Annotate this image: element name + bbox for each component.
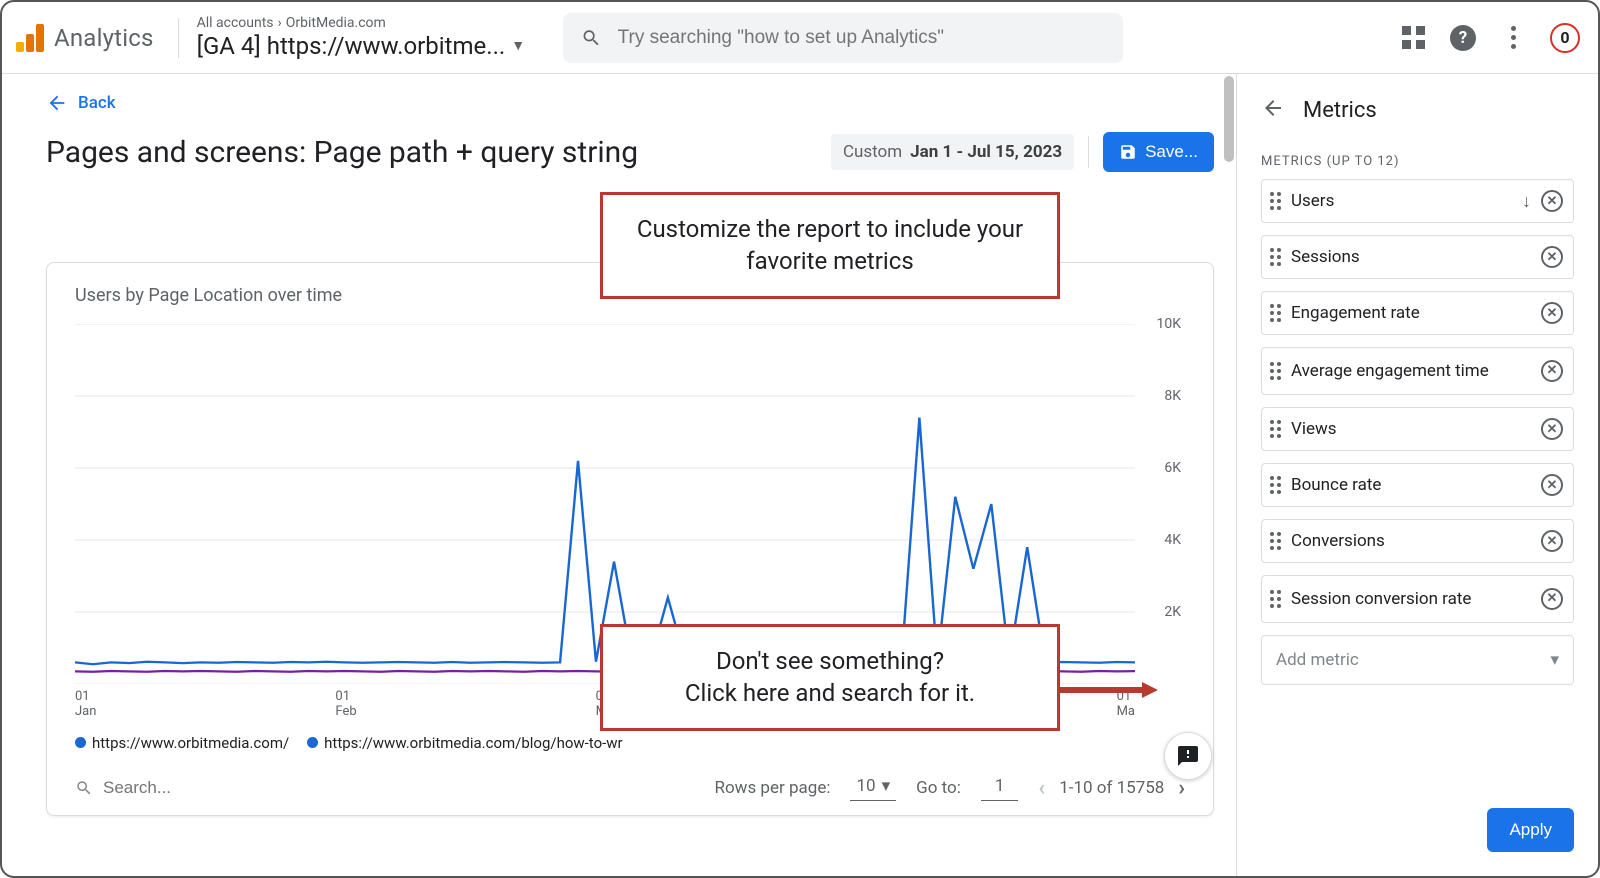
remove-metric-button[interactable]: ✕: [1541, 418, 1563, 440]
metric-list: Users↓✕Sessions✕Engagement rate✕Average …: [1237, 179, 1598, 623]
metric-label: Session conversion rate: [1291, 589, 1531, 609]
save-icon: [1119, 143, 1137, 161]
y-tick: 4K: [1164, 532, 1181, 548]
pagination-text: 1-10 of 15758: [1059, 778, 1164, 798]
chart-card: Users by Page Location over time 10K: [46, 262, 1214, 816]
page-title: Pages and screens: Page path + query str…: [46, 135, 638, 170]
table-search[interactable]: [75, 777, 261, 799]
arrow-left-icon: [1261, 96, 1285, 120]
feedback-icon: [1176, 744, 1200, 768]
metric-label: Engagement rate: [1291, 303, 1531, 323]
metric-item[interactable]: Sessions ✕: [1261, 235, 1574, 279]
goto-input[interactable]: 1: [981, 776, 1019, 801]
drag-handle-icon[interactable]: [1270, 476, 1281, 494]
close-panel-button[interactable]: [1261, 96, 1285, 124]
rows-per-page-select[interactable]: 10 ▾: [850, 776, 896, 801]
chevron-right-icon: ›: [278, 15, 282, 32]
annotation-arrow-icon: [1058, 682, 1158, 698]
date-range-picker[interactable]: Custom Jan 1 - Jul 15, 2023: [831, 134, 1074, 170]
search-icon: [581, 27, 602, 49]
remove-metric-button[interactable]: ✕: [1541, 360, 1563, 382]
drag-handle-icon[interactable]: [1270, 532, 1281, 550]
property-picker[interactable]: All accounts › OrbitMedia.com [GA 4] htt…: [197, 15, 525, 61]
metric-label: Average engagement time: [1291, 361, 1531, 381]
metric-label: Views: [1291, 419, 1531, 439]
table-search-input[interactable]: [101, 777, 261, 799]
remove-metric-button[interactable]: ✕: [1541, 530, 1563, 552]
metric-item[interactable]: Average engagement time ✕: [1261, 347, 1574, 395]
main-content: Back Pages and screens: Page path + quer…: [2, 74, 1236, 876]
metric-item[interactable]: Engagement rate ✕: [1261, 291, 1574, 335]
global-search[interactable]: [563, 13, 1123, 63]
product-logo[interactable]: Analytics: [16, 24, 154, 52]
caret-down-icon: ▾: [1550, 650, 1559, 670]
chart-legend: https://www.orbitmedia.com/ https://www.…: [75, 734, 1185, 752]
metric-item[interactable]: Bounce rate ✕: [1261, 463, 1574, 507]
property-name: [GA 4] https://www.orbitme...: [197, 32, 506, 61]
apply-button[interactable]: Apply: [1487, 808, 1574, 852]
notification-badge[interactable]: 0: [1550, 23, 1580, 53]
drag-handle-icon[interactable]: [1270, 590, 1281, 608]
drag-handle-icon[interactable]: [1270, 304, 1281, 322]
divider: [178, 18, 179, 58]
drag-handle-icon[interactable]: [1270, 192, 1281, 210]
table-toolbar: Rows per page: 10 ▾ Go to: 1 ‹ 1-10 of 1…: [75, 776, 1185, 801]
remove-metric-button[interactable]: ✕: [1541, 588, 1563, 610]
prev-page-button[interactable]: ‹: [1038, 776, 1045, 801]
drag-handle-icon[interactable]: [1270, 420, 1281, 438]
search-input[interactable]: [616, 26, 1105, 50]
metric-item[interactable]: Users ↓ ✕: [1261, 179, 1574, 223]
y-tick: 6K: [1164, 460, 1181, 476]
remove-metric-button[interactable]: ✕: [1541, 190, 1563, 212]
metric-label: Sessions: [1291, 247, 1531, 267]
goto-label: Go to:: [916, 778, 961, 798]
metric-label: Users: [1291, 191, 1512, 211]
metric-item[interactable]: Session conversion rate ✕: [1261, 575, 1574, 623]
annotation-callout-bottom: Don't see something?Click here and searc…: [600, 624, 1060, 731]
analytics-logo-icon: [16, 24, 44, 52]
y-tick: 8K: [1164, 388, 1181, 404]
drag-handle-icon[interactable]: [1270, 362, 1281, 380]
y-tick: 2K: [1164, 604, 1181, 620]
metric-label: Bounce rate: [1291, 475, 1531, 495]
metric-item[interactable]: Views ✕: [1261, 407, 1574, 451]
caret-down-icon: ▼: [511, 38, 525, 55]
rows-per-page-label: Rows per page:: [715, 778, 831, 798]
search-icon: [75, 779, 93, 797]
arrow-left-icon: [46, 92, 68, 114]
metrics-panel: Metrics METRICS (UP TO 12) Users↓✕Sessio…: [1236, 74, 1598, 876]
drag-handle-icon[interactable]: [1270, 248, 1281, 266]
save-button[interactable]: Save...: [1103, 132, 1214, 172]
remove-metric-button[interactable]: ✕: [1541, 474, 1563, 496]
panel-subtitle: METRICS (UP TO 12): [1237, 146, 1598, 179]
remove-metric-button[interactable]: ✕: [1541, 302, 1563, 324]
scrollbar-thumb[interactable]: [1224, 76, 1234, 162]
more-icon[interactable]: [1500, 25, 1526, 51]
add-metric-dropdown[interactable]: Add metric ▾: [1261, 635, 1574, 685]
sort-descending-icon[interactable]: ↓: [1522, 191, 1531, 212]
apps-icon[interactable]: [1400, 25, 1426, 51]
metric-label: Conversions: [1291, 531, 1531, 551]
product-name: Analytics: [54, 24, 154, 52]
panel-title: Metrics: [1303, 98, 1377, 123]
feedback-button[interactable]: [1164, 732, 1212, 780]
y-tick: 10K: [1156, 316, 1181, 332]
app-bar: Analytics All accounts › OrbitMedia.com …: [2, 2, 1598, 74]
back-link[interactable]: Back: [46, 92, 1214, 114]
caret-down-icon: ▾: [882, 776, 891, 796]
metric-item[interactable]: Conversions ✕: [1261, 519, 1574, 563]
divider: [1088, 136, 1089, 168]
remove-metric-button[interactable]: ✕: [1541, 246, 1563, 268]
account-breadcrumb: All accounts › OrbitMedia.com: [197, 15, 525, 32]
help-icon[interactable]: ?: [1450, 25, 1476, 51]
annotation-callout-top: Customize the report to include your fav…: [600, 192, 1060, 299]
